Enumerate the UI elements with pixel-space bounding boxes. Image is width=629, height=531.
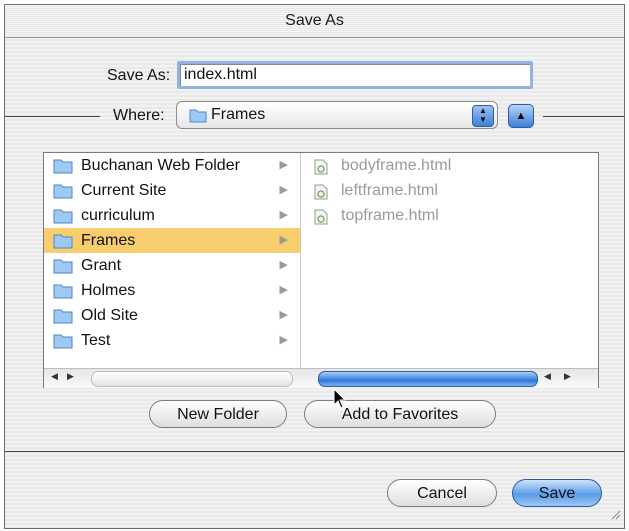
folder-item-label: Old Site [81,307,138,324]
divider-left [5,116,100,117]
file-item-label: bodyframe.html [341,157,452,174]
folder-icon [53,332,73,357]
cancel-button[interactable]: Cancel [387,479,497,507]
divider [5,451,624,452]
scroll-right-arrow-icon[interactable]: ▶ [564,371,571,382]
folder-item-label: Current Site [81,182,167,199]
folder-item-label: curriculum [81,207,155,224]
file-browser: Buchanan Web Folder ▶ Current Site ▶ cur… [43,152,599,388]
folder-item-label: Holmes [81,282,136,299]
folder-item-label: Buchanan Web Folder [81,157,240,174]
mouse-pointer-icon [333,387,347,415]
window-title[interactable]: Save As [5,5,624,38]
resize-grip-icon[interactable] [609,507,621,525]
scroll-left-arrow-icon[interactable]: ◀ [51,371,58,382]
up-folder-button[interactable]: ▲ [508,104,534,128]
disclosure-triangle-icon: ▶ [279,184,288,196]
where-selected-value: Frames [211,106,266,123]
folder-item[interactable]: Old Site ▶ [44,303,300,328]
folder-item-selected[interactable]: Frames ▶ [44,228,300,253]
file-column: bodyframe.html leftframe.html topframe.h… [301,153,598,368]
file-item: bodyframe.html [301,153,598,178]
disclosure-triangle-icon: ▶ [279,234,288,246]
scrollbar-track-left[interactable] [91,371,293,387]
folder-item[interactable]: Buchanan Web Folder ▶ [44,153,300,178]
where-popup-menu[interactable]: Frames ▲ ▼ [176,101,498,129]
where-label: Where: [113,107,165,124]
folder-item[interactable]: Current Site ▶ [44,178,300,203]
disclosure-triangle-icon: ▶ [279,209,288,221]
save-as-label: Save As: [107,67,171,84]
file-item: leftframe.html [301,178,598,203]
popup-arrows-icon: ▲ ▼ [472,105,494,127]
folder-item-label: Grant [81,257,122,274]
horizontal-scrollbar[interactable]: ◀ ▶ ◀ ▶ [44,368,598,388]
folder-item[interactable]: curriculum ▶ [44,203,300,228]
save-button[interactable]: Save [512,479,602,507]
disclosure-triangle-icon: ▶ [279,334,288,346]
save-as-input[interactable] [177,61,533,89]
folder-item[interactable]: Grant ▶ [44,253,300,278]
new-folder-button[interactable]: New Folder [149,400,287,428]
disclosure-triangle-icon: ▶ [279,309,288,321]
file-item: topframe.html [301,203,598,228]
save-as-dialog: Save As Save As: Where: Frames ▲▼ ▲ Buch… [4,4,625,529]
folder-item[interactable]: Test ▶ [44,328,300,353]
scroll-left-arrow-icon[interactable]: ◀ [544,371,551,382]
html-file-icon [313,208,329,233]
divider-right [543,116,624,117]
scrollbar-thumb[interactable] [318,371,538,387]
up-triangle-icon: ▲ [515,110,527,122]
scroll-right-arrow-icon[interactable]: ▶ [67,371,74,382]
folder-icon [189,107,207,128]
folder-item-label: Test [81,332,111,349]
disclosure-triangle-icon: ▶ [279,259,288,271]
folder-item[interactable]: Holmes ▶ [44,278,300,303]
disclosure-triangle-icon: ▶ [279,284,288,296]
folder-column: Buchanan Web Folder ▶ Current Site ▶ cur… [44,153,301,368]
folder-item-label: Frames [81,232,136,249]
disclosure-triangle-icon: ▶ [279,159,288,171]
file-item-label: leftframe.html [341,182,438,199]
file-item-label: topframe.html [341,207,439,224]
